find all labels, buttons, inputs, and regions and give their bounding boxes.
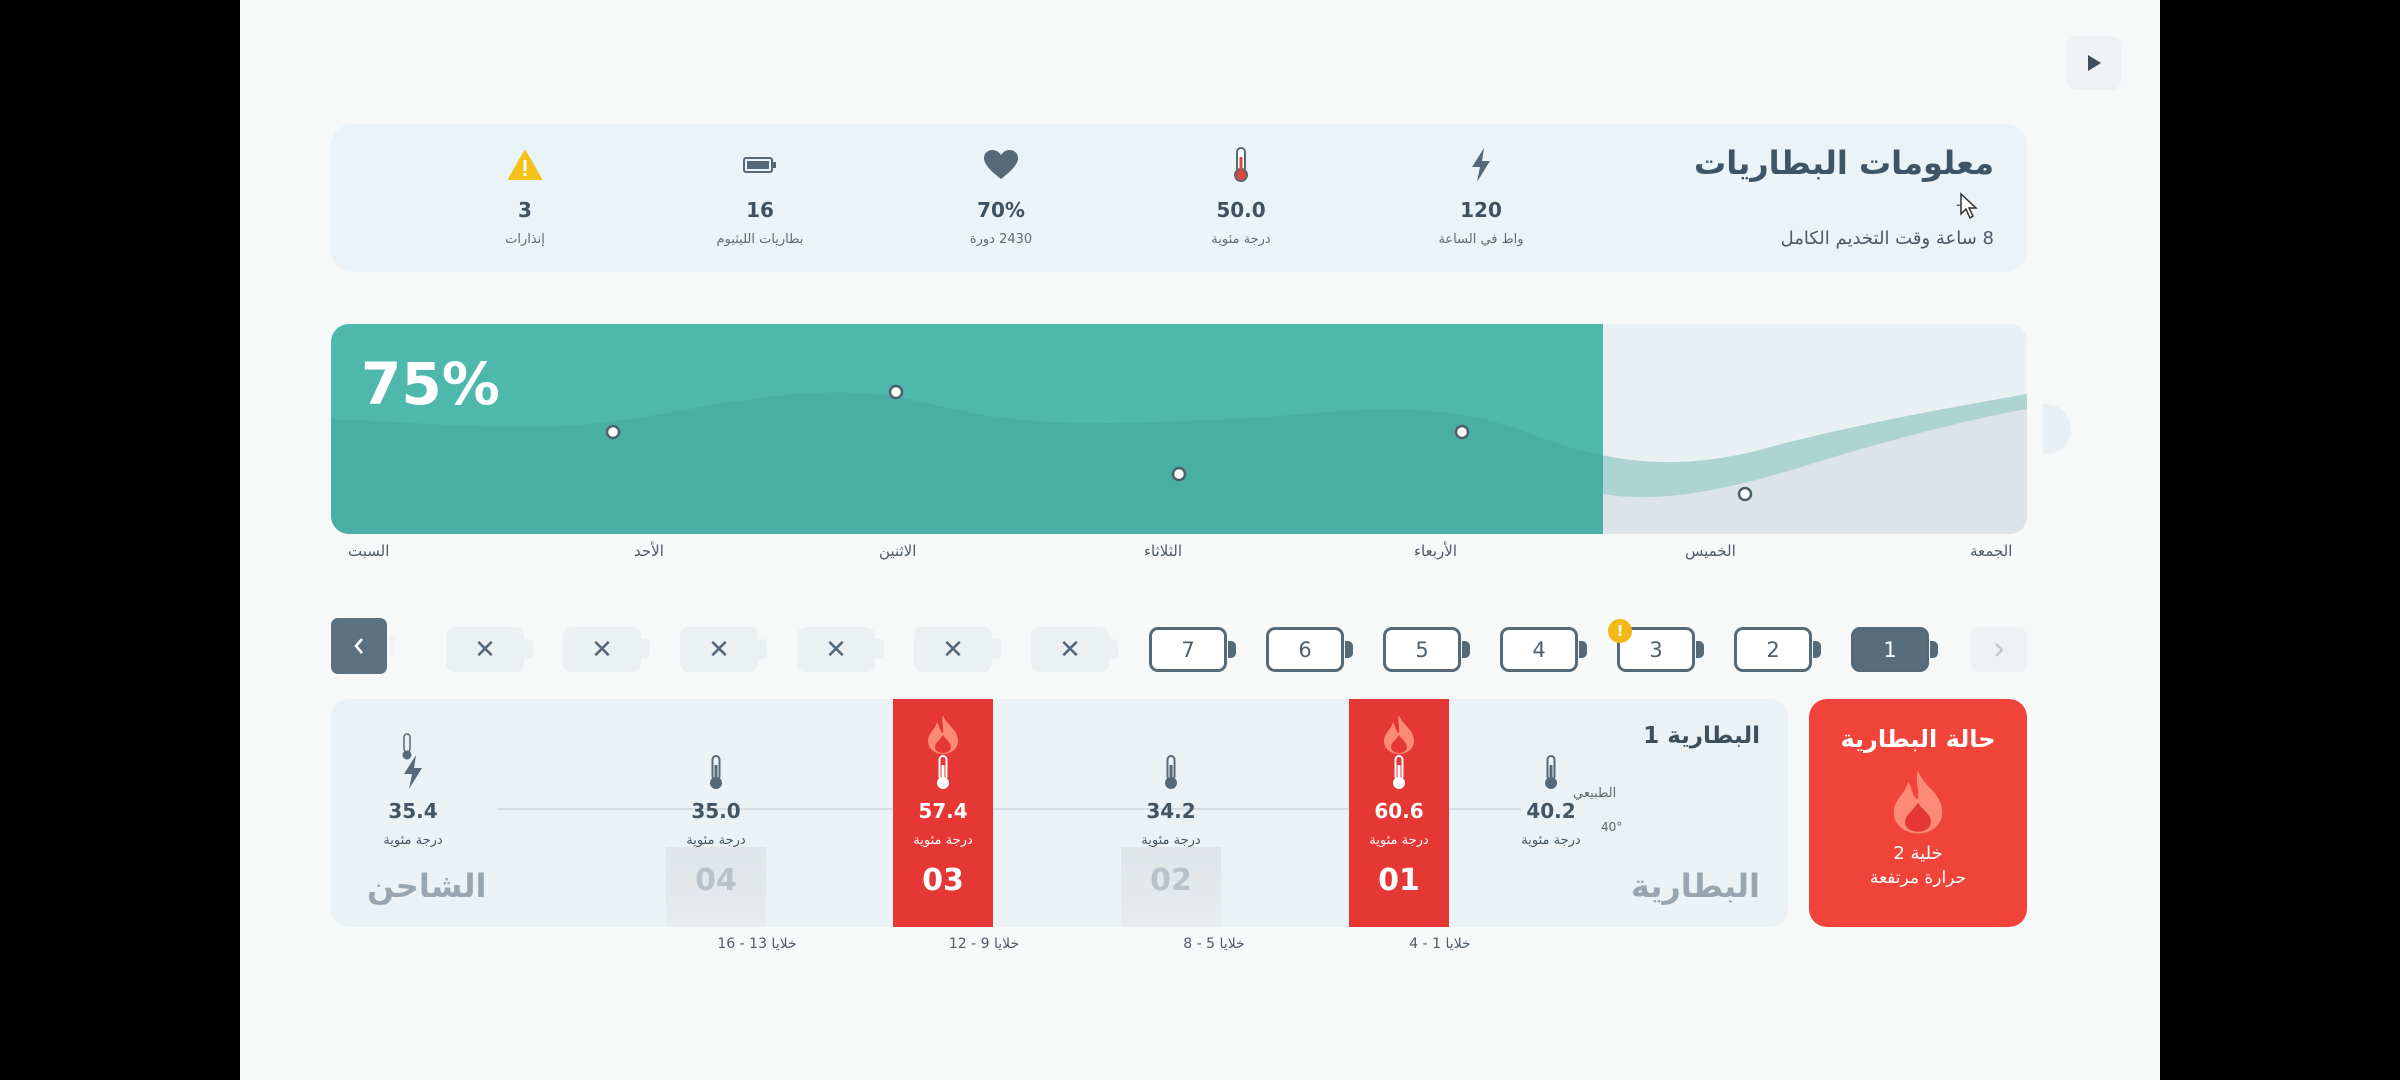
thermometer-icon [1234, 147, 1248, 182]
chart-point-thursday [1737, 486, 1753, 502]
stat-batteries: 16 بطاريات الليثيوم [650, 146, 870, 247]
battery-detail-card: البطارية 1 البطارية الطبيعي 40° 40.2 درج… [331, 699, 1788, 927]
cell-caption: خلايا 9 - 12 [948, 936, 1020, 952]
chart-point-tuesday [1171, 466, 1187, 482]
stat-power: 120 واط في الساعة [1371, 146, 1591, 247]
chart-point-wednesday [1454, 424, 1470, 440]
day-label: الأربعاء [1414, 542, 1458, 560]
cell-group-01[interactable]: 60.6 درجة مئوية 01 [1349, 699, 1449, 927]
battery-sensor: 40.2 درجة مئوية [1501, 699, 1601, 927]
day-label: السبت [348, 542, 390, 560]
battery-tab-empty: ✕ [914, 627, 1001, 672]
stat-alerts: 3 إنذارات [415, 146, 635, 247]
thermometer-icon [1165, 755, 1177, 789]
stat-temperature: 50.0 درجة مئوية [1131, 146, 1351, 247]
battery-tab-4[interactable]: 4 [1500, 627, 1587, 672]
battery-tab-7[interactable]: 7 [1149, 627, 1236, 672]
battery-tab-1[interactable]: 1 [1851, 627, 1938, 672]
day-label: الجمعة [1970, 542, 2013, 560]
thermometer-icon [1545, 755, 1557, 789]
battery-tab-2[interactable]: 2 [1734, 627, 1821, 672]
info-title: معلومات البطاريات [1694, 144, 1994, 182]
status-title: حالة البطارية [1840, 725, 1996, 753]
fire-icon [1893, 770, 1943, 834]
day-label: الاثنين [879, 542, 917, 560]
battery-icon [743, 157, 776, 173]
cell-caption: خلايا 1 - 4 [1409, 936, 1471, 952]
chart-handle[interactable] [2043, 404, 2071, 454]
charger-label: الشاحن [367, 867, 487, 905]
chevron-right-icon [1995, 642, 2004, 657]
play-icon [2088, 55, 2101, 71]
status-cells: 2 خلية [1893, 843, 1943, 864]
battery-tab-empty: ✕ [680, 627, 767, 672]
cell-group-02[interactable]: 34.2 درجة مئوية 02 [1121, 699, 1221, 927]
charge-time: 8 ساعة وقت التخديم الكامل [1780, 228, 1994, 249]
thermometer-icon [1393, 755, 1405, 789]
cell-caption: خلايا 5 - 8 [1183, 936, 1245, 952]
cell-number: 03 [922, 863, 964, 898]
battery-tab-empty: ✕ [797, 627, 884, 672]
stat-health: 70% 2430 دورة [891, 146, 1111, 247]
warning-icon [508, 150, 542, 180]
chart-point-sunday [605, 424, 621, 440]
normal-limit: 40° [1601, 820, 1623, 834]
battery-status-card[interactable]: حالة البطارية 2 خلية حرارة مرتفعة [1809, 699, 2027, 927]
battery-tab-6[interactable]: 6 [1266, 627, 1353, 672]
battery-info-card: معلومات البطاريات -١ 8 ساعة وقت التخديم … [331, 124, 2027, 272]
cell-number: 04 [695, 863, 737, 898]
day-label: الخميس [1685, 542, 1736, 560]
battery-tab-5[interactable]: 5 [1383, 627, 1470, 672]
next-page-button[interactable] [1971, 627, 2027, 672]
bolt-icon [1472, 148, 1490, 182]
chart-point-monday [888, 384, 904, 400]
day-label: الأحد [634, 542, 664, 560]
cell-number: 02 [1150, 863, 1192, 898]
heart-icon [984, 150, 1018, 179]
battery-tab-empty: ✕ [446, 627, 533, 672]
cell-group-04[interactable]: 35.0 درجة مئوية 04 [666, 699, 766, 927]
mouse-cursor-icon [1960, 192, 1978, 220]
cell-group-03[interactable]: 57.4 درجة مئوية 03 [893, 699, 993, 927]
thermometer-icon [402, 733, 412, 760]
fire-icon [1384, 715, 1414, 754]
chevron-left-icon [354, 638, 363, 654]
status-desc: حرارة مرتفعة [1869, 868, 1967, 888]
battery-tab-empty: ✕ [1031, 627, 1118, 672]
charge-chart-svg [331, 324, 2027, 534]
battery-title: البطارية 1 [1643, 723, 1760, 749]
day-label: الثلاثاء [1144, 542, 1183, 560]
tab-warning-badge: ! [1608, 619, 1632, 643]
thermometer-icon [937, 755, 949, 789]
app-screen: معلومات البطاريات -١ 8 ساعة وقت التخديم … [240, 0, 2160, 1080]
thermometer-icon [710, 755, 722, 789]
cell-number: 01 [1378, 863, 1420, 898]
play-button[interactable] [2067, 36, 2121, 90]
charge-percent: 75% [361, 350, 500, 418]
previous-page-button[interactable] [331, 618, 395, 674]
cell-caption: خلايا 13 - 16 [717, 936, 797, 952]
battery-tab-empty: ✕ [563, 627, 650, 672]
battery-label: البطارية [1630, 867, 1760, 905]
fire-icon [928, 715, 958, 754]
charge-chart: 75% [331, 324, 2027, 534]
